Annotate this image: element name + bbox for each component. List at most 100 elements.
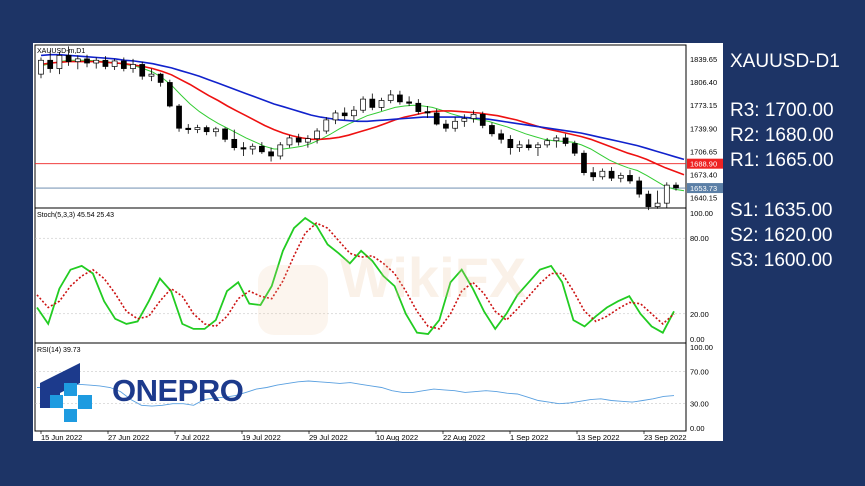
candle-body	[120, 60, 127, 69]
candle-body	[111, 60, 118, 67]
candle-body	[516, 144, 523, 149]
candle-body	[277, 144, 284, 157]
candle-body	[341, 112, 348, 117]
candle-body	[424, 111, 431, 114]
stoch-tick-label: 100.00	[690, 209, 713, 218]
candle-body	[47, 59, 54, 69]
stoch-panel-label: Stoch(5,3,3) 45.54 25.43	[37, 212, 114, 219]
candle-body	[498, 133, 504, 140]
current-price-label: 1653.73	[690, 184, 717, 193]
candle-body	[553, 137, 560, 142]
stoch-tick-label: 80.00	[690, 234, 709, 243]
candle-body	[645, 193, 652, 207]
candle-body	[617, 175, 624, 179]
candle-body	[56, 55, 63, 69]
candle-body	[240, 147, 247, 150]
candle-body	[203, 127, 210, 133]
candle-body	[213, 128, 219, 133]
onepro-logo: ONEPRO	[40, 363, 250, 425]
candle-body	[581, 152, 587, 173]
candle-body	[562, 137, 569, 144]
candle-body	[166, 82, 173, 107]
candle-body	[673, 184, 679, 189]
candle-body	[590, 172, 597, 178]
candle-body	[525, 144, 532, 149]
level-s2: S2: 1620.00	[730, 225, 833, 246]
x-tick-label: 7 Jul 2022	[175, 433, 210, 441]
price-tick-label: 1706.65	[690, 147, 717, 156]
rsi-panel-label: RSI(14) 39.73	[37, 347, 81, 354]
candle-body	[65, 55, 72, 62]
price-tick-label: 1839.65	[690, 55, 717, 64]
candle-body	[93, 59, 100, 64]
level-r2: R2: 1680.00	[730, 125, 834, 146]
x-tick-label: 23 Sep 2022	[644, 433, 687, 441]
candle-body	[249, 145, 256, 150]
candle-body	[222, 128, 228, 140]
candle-body	[194, 127, 201, 130]
candle-body	[305, 138, 311, 143]
candle-body	[84, 58, 90, 64]
candle-body	[599, 170, 606, 178]
candle-body	[443, 123, 449, 129]
candle-body	[415, 102, 422, 112]
price-panel-label: XAUUSD-m,D1	[37, 48, 85, 55]
rsi-tick-label: 0.00	[690, 424, 705, 433]
level-s1: S1: 1635.00	[730, 200, 833, 221]
x-tick-label: 10 Aug 2022	[376, 433, 418, 441]
candle-body	[369, 98, 376, 108]
rsi-tick-label: 30.00	[690, 400, 709, 409]
price-tick-label: 1806.40	[690, 78, 717, 87]
level-r3: R3: 1700.00	[730, 100, 834, 121]
x-tick-label: 19 Jul 2022	[242, 433, 281, 441]
candle-body	[406, 101, 412, 104]
candle-body	[397, 94, 403, 103]
candle-body	[433, 112, 440, 125]
candle-body	[74, 58, 81, 62]
candle-body	[185, 127, 192, 130]
onepro-logo-icon	[40, 363, 92, 422]
candle-body	[259, 145, 265, 153]
price-tick-label: 1640.15	[690, 193, 717, 202]
resistance-label: 1688.90	[690, 160, 717, 169]
candle-body	[461, 118, 468, 122]
candle-body	[314, 130, 320, 139]
candle-body	[176, 105, 182, 129]
candle-body	[38, 59, 44, 75]
candle-body	[295, 137, 302, 143]
candle-body	[323, 119, 330, 132]
level-s3: S3: 1600.00	[730, 250, 833, 271]
candle-body	[268, 151, 274, 157]
candle-body	[452, 120, 458, 129]
candle-body	[387, 94, 394, 101]
x-tick-label: 13 Sep 2022	[577, 433, 620, 441]
candle-body	[571, 143, 578, 154]
candle-body	[489, 125, 495, 135]
candle-body	[148, 73, 155, 77]
candle-body	[332, 112, 339, 121]
candle-body	[636, 180, 643, 195]
candle-body	[157, 73, 164, 83]
ma-line-fast_ma	[40, 59, 685, 192]
x-tick-label: 1 Sep 2022	[510, 433, 548, 441]
x-tick-label: 29 Jul 2022	[309, 433, 348, 441]
symbol-title: XAUUSD-D1	[730, 51, 840, 72]
x-tick-label: 27 Jun 2022	[108, 433, 149, 441]
watermark-logo-icon	[258, 265, 328, 335]
rsi-tick-label: 70.00	[690, 367, 709, 376]
price-tick-label: 1739.90	[690, 124, 717, 133]
stoch-signal-line	[36, 222, 675, 330]
price-tick-label: 1773.15	[690, 101, 717, 110]
candle-body	[627, 175, 633, 182]
candle-body	[608, 170, 615, 179]
candle-body	[139, 64, 146, 77]
candle-body	[130, 64, 136, 69]
candle-body	[286, 137, 293, 146]
candle-body	[507, 138, 514, 149]
candle-body	[351, 109, 357, 117]
x-tick-label: 15 Jun 2022	[41, 433, 82, 441]
stoch-main-line	[36, 216, 675, 335]
candle-body	[360, 98, 366, 111]
stoch-tick-label: 20.00	[690, 310, 709, 319]
x-tick-label: 22 Aug 2022	[443, 433, 485, 441]
